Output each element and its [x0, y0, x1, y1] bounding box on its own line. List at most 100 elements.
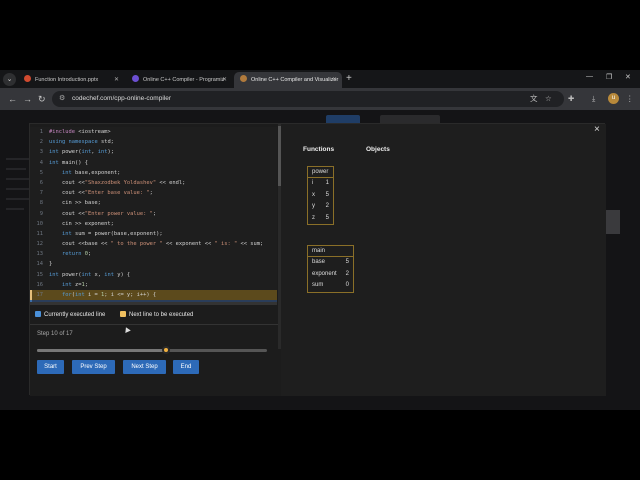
maximize-icon[interactable]: ❐	[606, 73, 612, 81]
line-number: 8	[39, 200, 43, 207]
forward-icon[interactable]: →	[23, 92, 32, 106]
line-number: 15	[36, 271, 44, 278]
legend-current-label: Currently executed line	[44, 312, 106, 318]
objects-header: Objects	[366, 146, 390, 153]
stack-frame-power: power i1 x5 y2 z5	[307, 166, 334, 225]
divider	[30, 324, 278, 325]
tab-programiz[interactable]: Online C++ Compiler - Programiz ✕	[126, 72, 232, 88]
code-line: 12 cout <<base << " to the power " << ex…	[30, 239, 277, 249]
code-line: 14}	[30, 259, 277, 269]
code-text: using namespace std;	[49, 139, 114, 146]
site-info-icon[interactable]: ⚙	[59, 95, 67, 103]
code-text: cin >> base;	[49, 200, 101, 207]
next-line-swatch	[120, 311, 126, 317]
code-text: }	[49, 261, 53, 268]
code-line: 11 int sum = power(base,exponent);	[30, 229, 277, 239]
code-line: 17 for(int i = 1; i <= y; i++) {	[30, 290, 277, 301]
visualizer-modal: 1 #include <iostream> 2 using namespace std…	[29, 123, 606, 396]
translate-icon[interactable]: 文	[530, 93, 538, 105]
code-line: 9 cout <<"Enter power value: ";	[30, 209, 277, 219]
line-number: 9	[39, 210, 43, 217]
start-button[interactable]: Start	[37, 360, 64, 374]
back-icon[interactable]: ←	[8, 92, 17, 106]
menu-icon[interactable]: ⋮	[626, 93, 634, 105]
line-number: 13	[36, 251, 44, 258]
line-number: 11	[36, 230, 44, 237]
browser-window: ⌄ Function Introduction.pptx ✕ Online C++…	[0, 70, 640, 410]
extensions-icon[interactable]: ✚	[568, 93, 574, 105]
line-number: 16	[36, 281, 44, 288]
tab-title: Function Introduction.pptx	[35, 77, 99, 83]
code-text: return 0;	[61, 251, 92, 258]
code-line: 15 int power(int x, int y) {	[30, 270, 277, 280]
address-bar[interactable]: ⚙ codechef.com/cpp-online-compiler	[52, 91, 564, 107]
frame-var: x5	[312, 191, 329, 198]
current-line-swatch	[35, 311, 41, 317]
code-line: 2 using namespace std;	[30, 137, 277, 147]
end-button[interactable]: End	[173, 360, 199, 374]
code-text: cout <<base << " to the power " << expon…	[49, 241, 264, 248]
code-text: #include <iostream>	[49, 129, 111, 135]
memory-panel: × Functions Objects power i1 x5 y2 z5 ma…	[281, 124, 606, 396]
code-text: cout <<"Enter base value: ";	[49, 190, 153, 197]
code-text: int base,exponent;	[61, 169, 121, 176]
frame-var: base 5	[312, 259, 349, 265]
close-tab-icon[interactable]: ✕	[222, 72, 227, 88]
close-tab-icon[interactable]: ✕	[114, 72, 119, 88]
code-text: cout <<"Shaxzodbek Yoldashev" << endl;	[49, 179, 186, 186]
step-slider[interactable]	[37, 346, 267, 354]
background-panel	[604, 210, 620, 234]
line-number: 2	[39, 139, 43, 146]
browser-toolbar: ← → ↻ ⚙ codechef.com/cpp-online-compiler…	[0, 88, 640, 110]
code-text: int main() {	[49, 159, 88, 166]
line-number: 7	[39, 190, 43, 197]
step-slider-handle[interactable]	[162, 346, 171, 354]
frame-var: sum 0	[312, 282, 349, 288]
url-text[interactable]: codechef.com/cpp-online-compiler	[72, 91, 171, 107]
code-line: 16 int z=1;	[30, 280, 277, 290]
frame-title: power	[308, 167, 333, 178]
tab-search-icon[interactable]: ⌄	[3, 73, 16, 86]
code-panel: 1 #include <iostream> 2 using namespace std…	[30, 124, 281, 396]
close-tab-icon[interactable]: ✕	[332, 72, 337, 88]
tab-codechef[interactable]: Online C++ Compiler and Visualizer ✕	[234, 72, 342, 88]
line-number: 1	[39, 129, 43, 135]
minimize-icon[interactable]: —	[586, 73, 593, 80]
line-number: 4	[39, 159, 43, 166]
prev-step-button[interactable]: Prev Step	[72, 360, 115, 374]
functions-header: Functions	[303, 146, 335, 153]
legend-next: Next line to be executed	[120, 311, 193, 319]
line-number: 5	[39, 169, 43, 176]
code-line: 5 int base,exponent;	[30, 168, 277, 178]
code-text: cout <<"Enter power value: ";	[49, 210, 157, 217]
bookmark-star-icon[interactable]: ☆	[545, 93, 552, 105]
code-scrollbar-horizontal[interactable]	[30, 302, 277, 305]
frame-var: i1	[312, 180, 329, 186]
code-text: cin >> exponent;	[49, 220, 114, 227]
mouse-cursor	[123, 325, 131, 334]
tab-title: Online C++ Compiler - Programiz	[143, 77, 225, 83]
profile-avatar[interactable]: u	[608, 93, 619, 104]
code-text: for(int i = 1; i <= y; i++) {	[61, 292, 157, 298]
new-tab-icon[interactable]: +	[346, 72, 352, 86]
tab-bar: ⌄ Function Introduction.pptx ✕ Online C++…	[0, 70, 640, 88]
code-text: int power(int x, int y) {	[49, 271, 131, 278]
screen: ⌄ Function Introduction.pptx ✕ Online C++…	[0, 0, 640, 480]
legend-current: Currently executed line	[35, 311, 105, 319]
close-icon[interactable]: ×	[594, 124, 600, 136]
code-line: 4 int main() {	[30, 158, 277, 168]
code-line: 8 cin >> base;	[30, 198, 277, 208]
code-line: 13 return 0;	[30, 249, 277, 259]
page-content: 1 #include <iostream> 2 using namespace std…	[0, 110, 640, 410]
reload-icon[interactable]: ↻	[38, 92, 46, 106]
programiz-icon	[132, 75, 139, 82]
close-window-icon[interactable]: ✕	[625, 73, 631, 81]
tab-pptx[interactable]: Function Introduction.pptx ✕	[18, 72, 124, 88]
code-line: 3 int power(int, int);	[30, 147, 277, 157]
code-view: 1 #include <iostream> 2 using namespace std…	[30, 127, 277, 302]
next-step-button[interactable]: Next Step	[123, 360, 166, 374]
code-line: 7 cout <<"Enter base value: ";	[30, 188, 277, 198]
tab-title: Online C++ Compiler and Visualizer	[251, 77, 339, 83]
download-icon[interactable]: ⤓	[592, 93, 595, 105]
line-number: 6	[39, 179, 43, 186]
